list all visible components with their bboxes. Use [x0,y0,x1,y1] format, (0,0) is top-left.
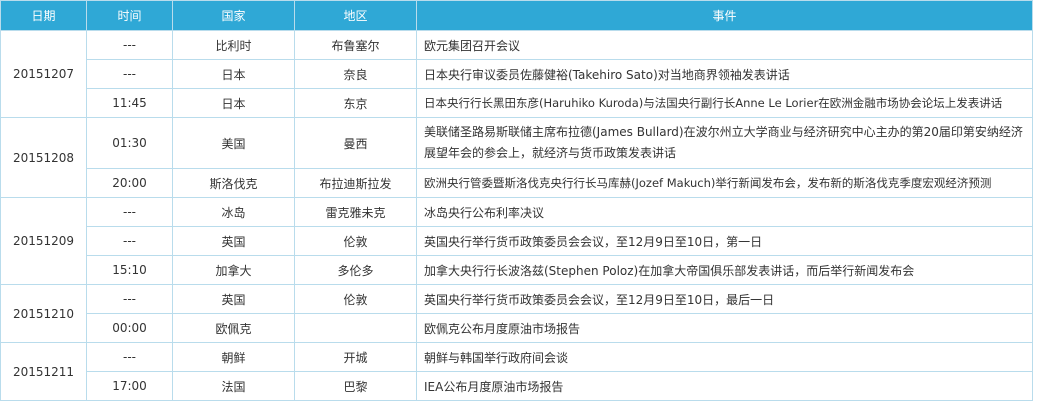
header-country: 国家 [172,0,295,31]
header-event: 事件 [416,0,1033,31]
table-row: 20151211 --- 朝鲜 开城 朝鲜与韩国举行政府间会谈 [0,342,1033,401]
country-cell: 朝鲜 [172,342,295,372]
economic-calendar-table: 日期 时间 国家 地区 事件 20151207 --- 比利时 布鲁塞尔 欧元集… [0,0,1033,401]
time-cell: 01:30 [86,117,173,169]
country-cell: 法国 [172,371,295,401]
time-cell: 17:00 [86,371,173,401]
event-cell: 英国央行举行货币政策委员会会议，至12月9日至10日，最后一日 [416,284,1033,314]
region-cell: 曼西 [294,117,417,169]
region-cell: 多伦多 [294,255,417,285]
table-header-row: 日期 时间 国家 地区 事件 [0,0,1033,31]
date-cell: 20151209 [0,197,87,285]
header-time: 时间 [86,0,173,31]
time-cell: 00:00 [86,313,173,343]
table-row: 20151208 01:30 美国 曼西 美联储圣路易斯联储主席布拉德(Jame… [0,117,1033,198]
event-cell: 加拿大央行行长波洛兹(Stephen Poloz)在加拿大帝国俱乐部发表讲话，而… [416,255,1033,285]
event-cell: 美联储圣路易斯联储主席布拉德(James Bullard)在波尔州立大学商业与经… [416,117,1033,169]
event-cell: 欧洲央行管委暨斯洛伐克央行行长马库赫(Jozef Makuch)举行新闻发布会，… [416,168,1033,198]
region-cell: 布拉迪斯拉发 [294,168,417,198]
time-cell: --- [86,226,173,256]
time-cell: --- [86,197,173,227]
table-row: 20:00 斯洛伐克 布拉迪斯拉发 欧洲央行管委暨斯洛伐克央行行长马库赫(Joz… [1,168,1033,198]
country-cell: 美国 [172,117,295,169]
event-cell: 冰岛央行公布利率决议 [416,197,1033,227]
region-cell: 东京 [294,88,417,118]
header-region: 地区 [294,0,417,31]
country-cell: 欧佩克 [172,313,295,343]
event-cell: 欧元集团召开会议 [416,30,1033,60]
time-cell: --- [86,342,173,372]
date-cell: 20151207 [0,30,87,118]
region-cell: 伦敦 [294,284,417,314]
time-cell: --- [86,59,173,89]
region-cell: 巴黎 [294,371,417,401]
region-cell: 伦敦 [294,226,417,256]
event-cell: IEA公布月度原油市场报告 [416,371,1033,401]
time-cell: 11:45 [86,88,173,118]
table-row: 20151210 --- 英国 伦敦 英国央行举行货币政策委员会会议，至12月9… [0,284,1033,343]
region-cell: 奈良 [294,59,417,89]
date-cell: 20151211 [0,342,87,401]
time-cell: 15:10 [86,255,173,285]
event-cell: 朝鲜与韩国举行政府间会谈 [416,342,1033,372]
country-cell: 英国 [172,226,295,256]
time-cell: --- [86,30,173,60]
country-cell: 日本 [172,59,295,89]
region-cell: 开城 [294,342,417,372]
event-cell: 欧佩克公布月度原油市场报告 [416,313,1033,343]
region-cell: 雷克雅未克 [294,197,417,227]
table-row: 00:00 欧佩克 欧佩克公布月度原油市场报告 [1,313,1033,343]
table-row: --- 英国 伦敦 英国央行举行货币政策委员会会议，至12月9日至10日，第一日 [1,226,1033,256]
header-date: 日期 [0,0,87,31]
country-cell: 冰岛 [172,197,295,227]
table-row: 15:10 加拿大 多伦多 加拿大央行行长波洛兹(Stephen Poloz)在… [1,255,1033,285]
country-cell: 英国 [172,284,295,314]
date-cell: 20151210 [0,284,87,343]
country-cell: 日本 [172,88,295,118]
region-cell: 布鲁塞尔 [294,30,417,60]
country-cell: 加拿大 [172,255,295,285]
table-row: 11:45 日本 东京 日本央行行长黑田东彦(Haruhiko Kuroda)与… [1,88,1033,118]
event-cell: 日本央行审议委员佐藤健裕(Takehiro Sato)对当地商界领袖发表讲话 [416,59,1033,89]
table-row: 17:00 法国 巴黎 IEA公布月度原油市场报告 [1,371,1033,401]
table-row: 20151207 --- 比利时 布鲁塞尔 欧元集团召开会议 [0,30,1033,118]
event-cell: 日本央行行长黑田东彦(Haruhiko Kuroda)与法国央行副行长Anne … [416,88,1033,118]
event-cell: 英国央行举行货币政策委员会会议，至12月9日至10日，第一日 [416,226,1033,256]
table-row: --- 日本 奈良 日本央行审议委员佐藤健裕(Takehiro Sato)对当地… [1,59,1033,89]
table-row: 20151209 --- 冰岛 雷克雅未克 冰岛央行公布利率决议 [0,197,1033,285]
time-cell: 20:00 [86,168,173,198]
time-cell: --- [86,284,173,314]
country-cell: 斯洛伐克 [172,168,295,198]
date-cell: 20151208 [0,117,87,198]
region-cell [294,313,417,343]
country-cell: 比利时 [172,30,295,60]
